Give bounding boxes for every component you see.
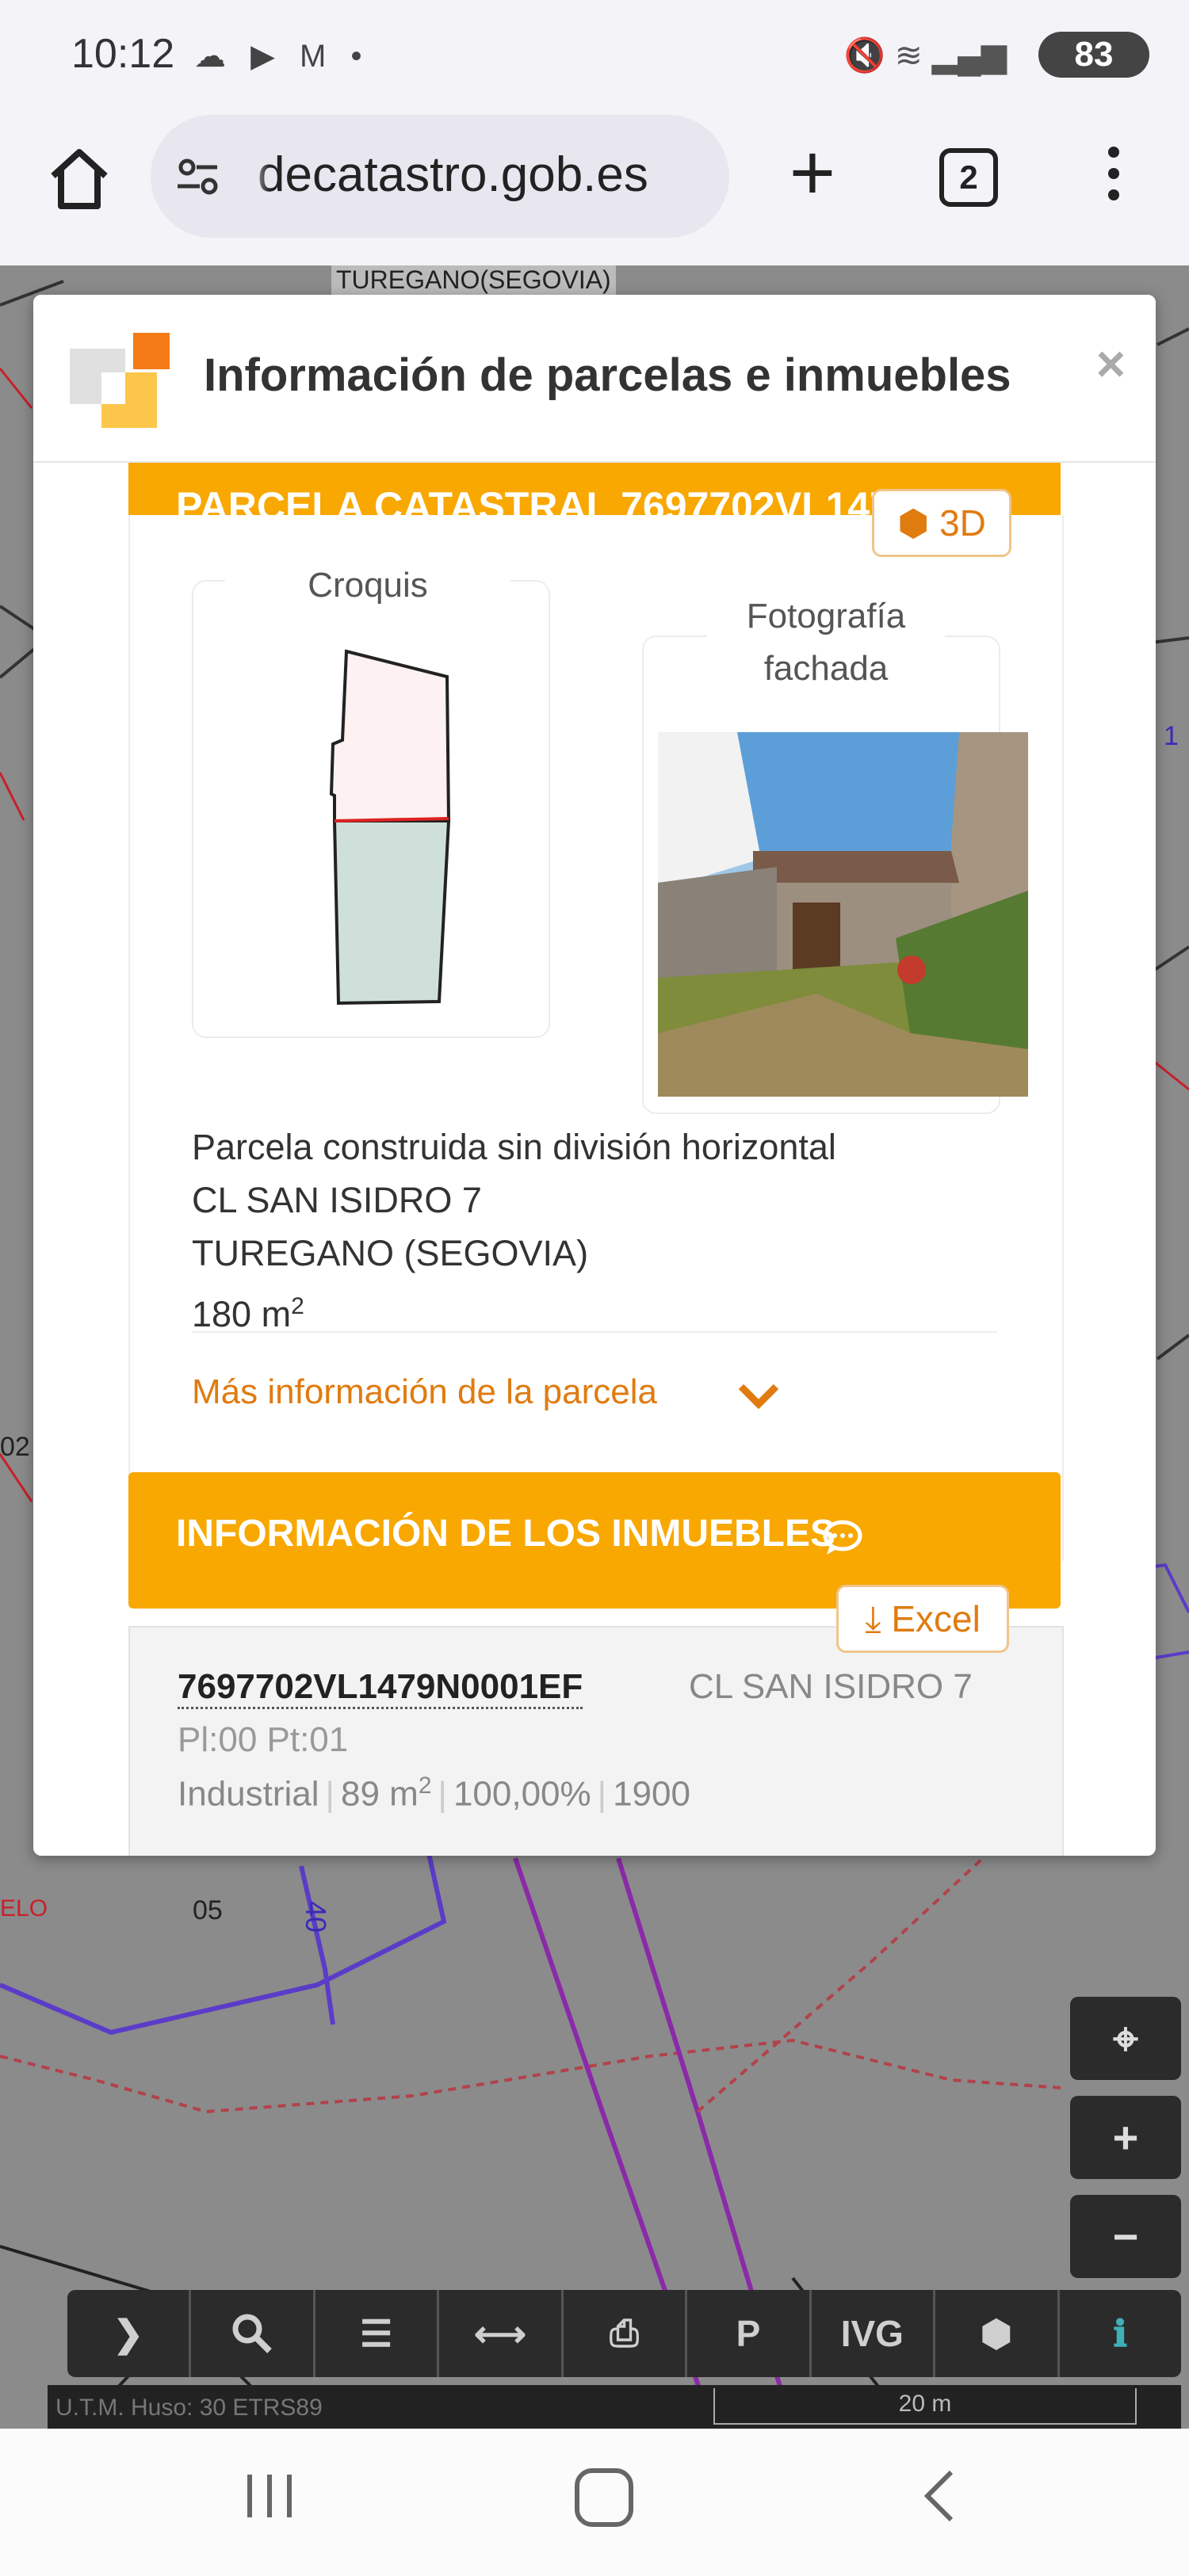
parcel-select-button[interactable]: P [687, 2290, 812, 2377]
modal-title: Información de parcelas e inmuebles [204, 349, 1011, 401]
inmueble-area-value: 89 m [340, 1774, 419, 1814]
battery-indicator: 83 [1038, 32, 1149, 78]
zoom-in-button[interactable]: + [1070, 2096, 1181, 2179]
scale-bar: U.T.M. Huso: 30 ETRS89 20 m [48, 2385, 1181, 2429]
view-3d-label: 3D [939, 502, 986, 544]
facade-photo-image [658, 732, 1028, 1097]
scale-value: 20 m [713, 2388, 1137, 2425]
more-info-link[interactable]: Más información de la parcela [192, 1372, 657, 1412]
tab-switcher-button[interactable]: 2 [939, 148, 998, 207]
search-button[interactable] [191, 2290, 315, 2377]
parcel-info: Parcela construida sin división horizont… [192, 1120, 997, 1334]
nav-home-button[interactable] [575, 2468, 633, 2527]
home-button[interactable] [44, 143, 115, 214]
foto-label-line1: Fotografía [746, 597, 906, 635]
android-nav-bar [0, 2429, 1189, 2576]
parcel-area: 180 m2 [192, 1280, 997, 1341]
expand-button[interactable]: ❯ [67, 2290, 192, 2377]
map-label-elo: ELO [0, 1895, 48, 1922]
print-button[interactable]: ⎙ [564, 2290, 688, 2377]
gmail-icon: M [300, 39, 335, 74]
modal-header: Información de parcelas e inmuebles × [33, 295, 1156, 463]
chevron-right-icon: ❯ [113, 2313, 143, 2354]
3d-view-button[interactable]: ⬢ [935, 2290, 1060, 2377]
catastro-logo [70, 333, 170, 428]
parcel-address: CL SAN ISIDRO 7 [192, 1180, 482, 1220]
chevron-down-icon[interactable] [735, 1380, 782, 1412]
signal-icon: ▂▄▆ [931, 36, 1007, 74]
recent-apps-button[interactable] [242, 2468, 297, 2524]
cubes-icon: ⬢ [980, 2313, 1012, 2354]
map-label-05: 05 [193, 1895, 223, 1925]
parcel-area-unit-sup: 2 [291, 1293, 304, 1319]
new-tab-button[interactable]: + [777, 133, 848, 212]
inmueble-area-sup: 2 [418, 1773, 432, 1799]
inmueble-details: Industrial | 89 m2 | 100,00% | 1900 [178, 1773, 690, 1814]
chat-bubble-icon[interactable] [822, 1518, 863, 1558]
layers-icon: ☰ [359, 2313, 393, 2354]
map-label-1: 1 [1164, 721, 1179, 751]
inmueble-reference-link[interactable]: 7697702VL1479N0001EF [178, 1667, 583, 1709]
info-icon: ℹ [1113, 2313, 1127, 2354]
view-3d-button[interactable]: ⬢ 3D [872, 489, 1011, 557]
inmueble-percent: 100,00% [453, 1774, 591, 1814]
map-label-40: 40 [300, 1900, 333, 1933]
inmueble-floor-door: Pl:00 Pt:01 [178, 1720, 349, 1759]
status-bar: 10:12 ☁ ▶ M • 🔇 ≋ ▂▄▆ 83 [0, 0, 1189, 111]
inmueble-use: Industrial [178, 1774, 319, 1814]
download-icon: ⤓ [865, 1598, 881, 1639]
url-text: decatastro.gob.es [258, 147, 648, 202]
address-bar[interactable]: decatastro.gob.es [151, 115, 729, 238]
inmueble-address: CL SAN ISIDRO 7 [689, 1667, 973, 1706]
parcel-info-modal: PARCELA CATASTRAL 7697702VL1479N Informa… [33, 295, 1156, 1856]
info-button[interactable]: ℹ [1060, 2290, 1181, 2377]
notification-icons: ☁ ▶ M • [194, 38, 369, 74]
foto-label-line2: fachada [763, 649, 889, 688]
facade-photo[interactable] [658, 732, 1028, 1097]
url-fade [246, 139, 270, 214]
site-settings-icon[interactable] [174, 153, 222, 200]
map-toolbar: ❯ ☰ ⟷ ⎙ P IVG ⬢ ℹ [67, 2290, 1181, 2377]
layers-button[interactable]: ☰ [315, 2290, 440, 2377]
parcel-sketch[interactable] [193, 582, 549, 1036]
browser-toolbar: decatastro.gob.es + 2 [0, 111, 1189, 265]
cloud-icon: ☁ [194, 39, 234, 74]
close-button[interactable]: × [1096, 334, 1126, 393]
parcel-pin-icon: P [736, 2313, 761, 2354]
inmueble-year: 1900 [613, 1774, 690, 1814]
wifi-icon: ≋ [894, 36, 923, 74]
parcel-municipality: TUREGANO (SEGOVIA) [192, 1233, 589, 1273]
status-time: 10:12 [71, 31, 175, 77]
measure-button[interactable]: ⟷ [439, 2290, 564, 2377]
scale-utm: U.T.M. Huso: 30 ETRS89 [55, 2395, 323, 2421]
croquis-panel: Croquis [192, 566, 550, 1038]
youtube-icon: ▶ [250, 39, 283, 74]
parcel-type: Parcela construida sin división horizont… [192, 1127, 836, 1167]
inmuebles-title: INFORMACIÓN DE LOS INMUEBLES [176, 1513, 836, 1555]
map-top-label: TUREGANO(SEGOVIA) [331, 265, 616, 295]
nav-back-button[interactable] [912, 2464, 975, 2528]
battery-level: 83 [1074, 35, 1114, 74]
parcel-area-value: 180 m [192, 1294, 292, 1334]
excel-label: Excel [891, 1598, 981, 1639]
ivg-label: IVG [840, 2313, 904, 2354]
locate-button[interactable]: ⌖ [1070, 1997, 1181, 2080]
system-icons: 🔇 ≋ ▂▄▆ [844, 36, 1007, 75]
search-icon [232, 2314, 272, 2353]
dot-icon: • [350, 39, 370, 74]
map-label-02: 02 [0, 1432, 30, 1462]
excel-download-button[interactable]: ⤓ Excel [836, 1585, 1009, 1653]
print-icon: ⎙ [610, 2312, 639, 2353]
ivg-button[interactable]: IVG [812, 2290, 936, 2377]
parcel-section-title: PARCELA CATASTRAL 7697702VL1479N [176, 484, 942, 515]
inmueble-card[interactable]: 7697702VL1479N0001EF CL SAN ISIDRO 7 Pl:… [128, 1626, 1064, 1856]
mute-vibrate-icon: 🔇 [843, 36, 886, 74]
home-icon [51, 149, 108, 209]
cubes-icon: ⬢ [897, 502, 930, 544]
measure-icon: ⟷ [474, 2313, 526, 2354]
browser-menu-button[interactable] [1094, 147, 1134, 210]
zoom-out-button[interactable]: − [1070, 2195, 1181, 2278]
foto-label: Fotografía fachada [707, 590, 945, 695]
